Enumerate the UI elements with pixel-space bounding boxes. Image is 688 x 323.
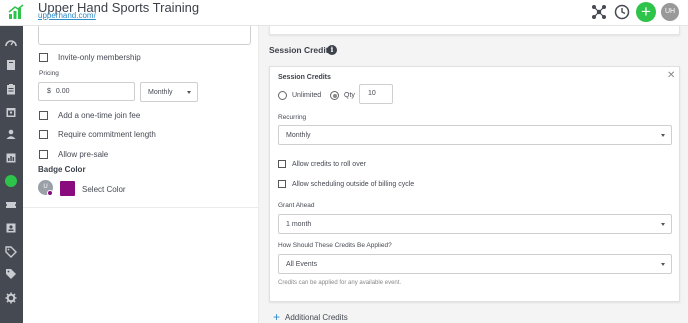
- join-fee-row[interactable]: Add a one-time join fee: [39, 111, 140, 120]
- chevron-down-icon: [661, 223, 665, 226]
- applied-select[interactable]: All Events: [278, 254, 672, 274]
- invite-only-checkbox[interactable]: [39, 53, 48, 62]
- outside-billing-label: Allow scheduling outside of billing cycl…: [292, 180, 415, 188]
- rollover-checkbox[interactable]: [278, 160, 286, 168]
- session-credits-heading: Session Credits: [269, 45, 334, 55]
- sidebar-item-settings[interactable]: [3, 290, 19, 306]
- site-url-link[interactable]: upperhand.com/: [38, 11, 96, 21]
- plus-icon: +: [273, 310, 281, 323]
- sidebar-item-contacts[interactable]: [3, 220, 19, 236]
- unlimited-option[interactable]: Unlimited: [278, 91, 321, 100]
- sidebar-item-reports[interactable]: [3, 81, 19, 97]
- chevron-down-icon: [661, 134, 665, 137]
- additional-credits-button[interactable]: + Additional Credits: [273, 310, 348, 323]
- unlimited-radio[interactable]: [278, 91, 287, 100]
- gear-icon: [5, 292, 17, 304]
- unlimited-label: Unlimited: [292, 92, 322, 99]
- currency-symbol: $: [47, 88, 51, 95]
- card-title: Session Credits: [278, 74, 331, 81]
- recurring-value: Monthly: [286, 131, 311, 139]
- close-icon[interactable]: ✕: [667, 70, 675, 81]
- recurring-select[interactable]: Monthly: [278, 125, 672, 145]
- tag-icon: [5, 246, 17, 258]
- contacts-icon: [6, 223, 16, 233]
- sidebar-item-catalog[interactable]: [3, 57, 19, 73]
- sidebar: [0, 26, 23, 323]
- join-fee-label: Add a one-time join fee: [58, 111, 141, 120]
- grant-ahead-value: 1 month: [286, 220, 312, 228]
- select-color-link[interactable]: Select Color: [82, 185, 126, 194]
- sidebar-item-memberships[interactable]: [3, 173, 19, 189]
- invite-only-label: Invite-only membership: [58, 53, 141, 62]
- clipboard-icon: [7, 84, 15, 95]
- price-value: 0.00: [55, 88, 70, 95]
- top-bar: Upper Hand Sports Training upperhand.com…: [0, 0, 688, 26]
- share-network-icon[interactable]: [591, 4, 607, 20]
- chart-icon: [6, 153, 16, 163]
- join-fee-checkbox[interactable]: [39, 111, 48, 120]
- sidebar-item-discounts[interactable]: [3, 244, 19, 260]
- memberships-icon: [5, 175, 17, 187]
- info-icon[interactable]: i: [327, 45, 337, 55]
- rollover-row[interactable]: Allow credits to roll over: [278, 160, 366, 168]
- tag-outline-icon: [6, 269, 16, 279]
- commitment-label: Require commitment length: [58, 130, 156, 139]
- rollover-label: Allow credits to roll over: [292, 160, 366, 168]
- recurring-label: Recurring: [278, 114, 307, 121]
- sidebar-item-clients[interactable]: [3, 126, 19, 142]
- qty-radio[interactable]: [330, 91, 339, 100]
- billing-interval-select[interactable]: Monthly: [140, 82, 198, 102]
- book-icon: [7, 60, 15, 70]
- add-button[interactable]: +: [636, 2, 656, 22]
- users-icon: [6, 129, 16, 139]
- dashboard-icon: [5, 40, 17, 47]
- sidebar-item-dashboard[interactable]: [3, 35, 19, 51]
- additional-credits-label: Additional Credits: [285, 312, 348, 322]
- chevron-down-icon: [187, 91, 191, 94]
- price-input[interactable]: $0.00: [38, 82, 135, 101]
- qty-input[interactable]: 10: [359, 84, 393, 104]
- logo-icon[interactable]: [8, 4, 24, 20]
- description-field[interactable]: [38, 26, 251, 45]
- previous-card: [269, 26, 680, 35]
- qty-label: Qty: [344, 92, 355, 99]
- sidebar-item-events[interactable]: [3, 197, 19, 213]
- pricing-label: Pricing: [39, 70, 59, 77]
- badge-color-dot: [47, 190, 53, 196]
- outside-billing-checkbox[interactable]: [278, 180, 286, 188]
- invite-only-row[interactable]: Invite-only membership: [39, 53, 141, 62]
- calendar-icon: [6, 108, 16, 117]
- help-text: Credits can be applied for any available…: [278, 280, 402, 286]
- badge-color-label: Badge Color: [38, 165, 86, 174]
- billing-interval-value: Monthly: [148, 88, 173, 96]
- clock-icon[interactable]: [614, 4, 630, 20]
- sidebar-item-analytics[interactable]: [3, 150, 19, 166]
- commitment-row[interactable]: Require commitment length: [39, 130, 156, 139]
- presale-row[interactable]: Allow pre-sale: [39, 150, 108, 159]
- qty-option[interactable]: Qty: [330, 91, 355, 100]
- divider: [23, 207, 259, 208]
- commitment-checkbox[interactable]: [39, 130, 48, 139]
- chevron-down-icon: [661, 263, 665, 266]
- grant-ahead-select[interactable]: 1 month: [278, 214, 672, 234]
- outside-billing-row[interactable]: Allow scheduling outside of billing cycl…: [278, 180, 414, 188]
- applied-label: How Should These Credits Be Applied?: [278, 242, 392, 249]
- sidebar-item-coupons[interactable]: [3, 266, 19, 282]
- applied-value: All Events: [286, 260, 318, 268]
- ticket-icon: [6, 202, 16, 208]
- sidebar-item-calendar[interactable]: [3, 104, 19, 120]
- presale-checkbox[interactable]: [39, 150, 48, 159]
- color-swatch[interactable]: [60, 181, 75, 196]
- user-avatar[interactable]: UH: [661, 3, 679, 21]
- membership-details-panel: Invite-only membership Pricing $0.00 Mon…: [23, 26, 259, 323]
- presale-label: Allow pre-sale: [58, 150, 109, 159]
- session-credits-card: Session Credits ✕ Unlimited Qty 10 Recur…: [269, 66, 680, 302]
- grant-ahead-label: Grant Ahead: [278, 202, 315, 209]
